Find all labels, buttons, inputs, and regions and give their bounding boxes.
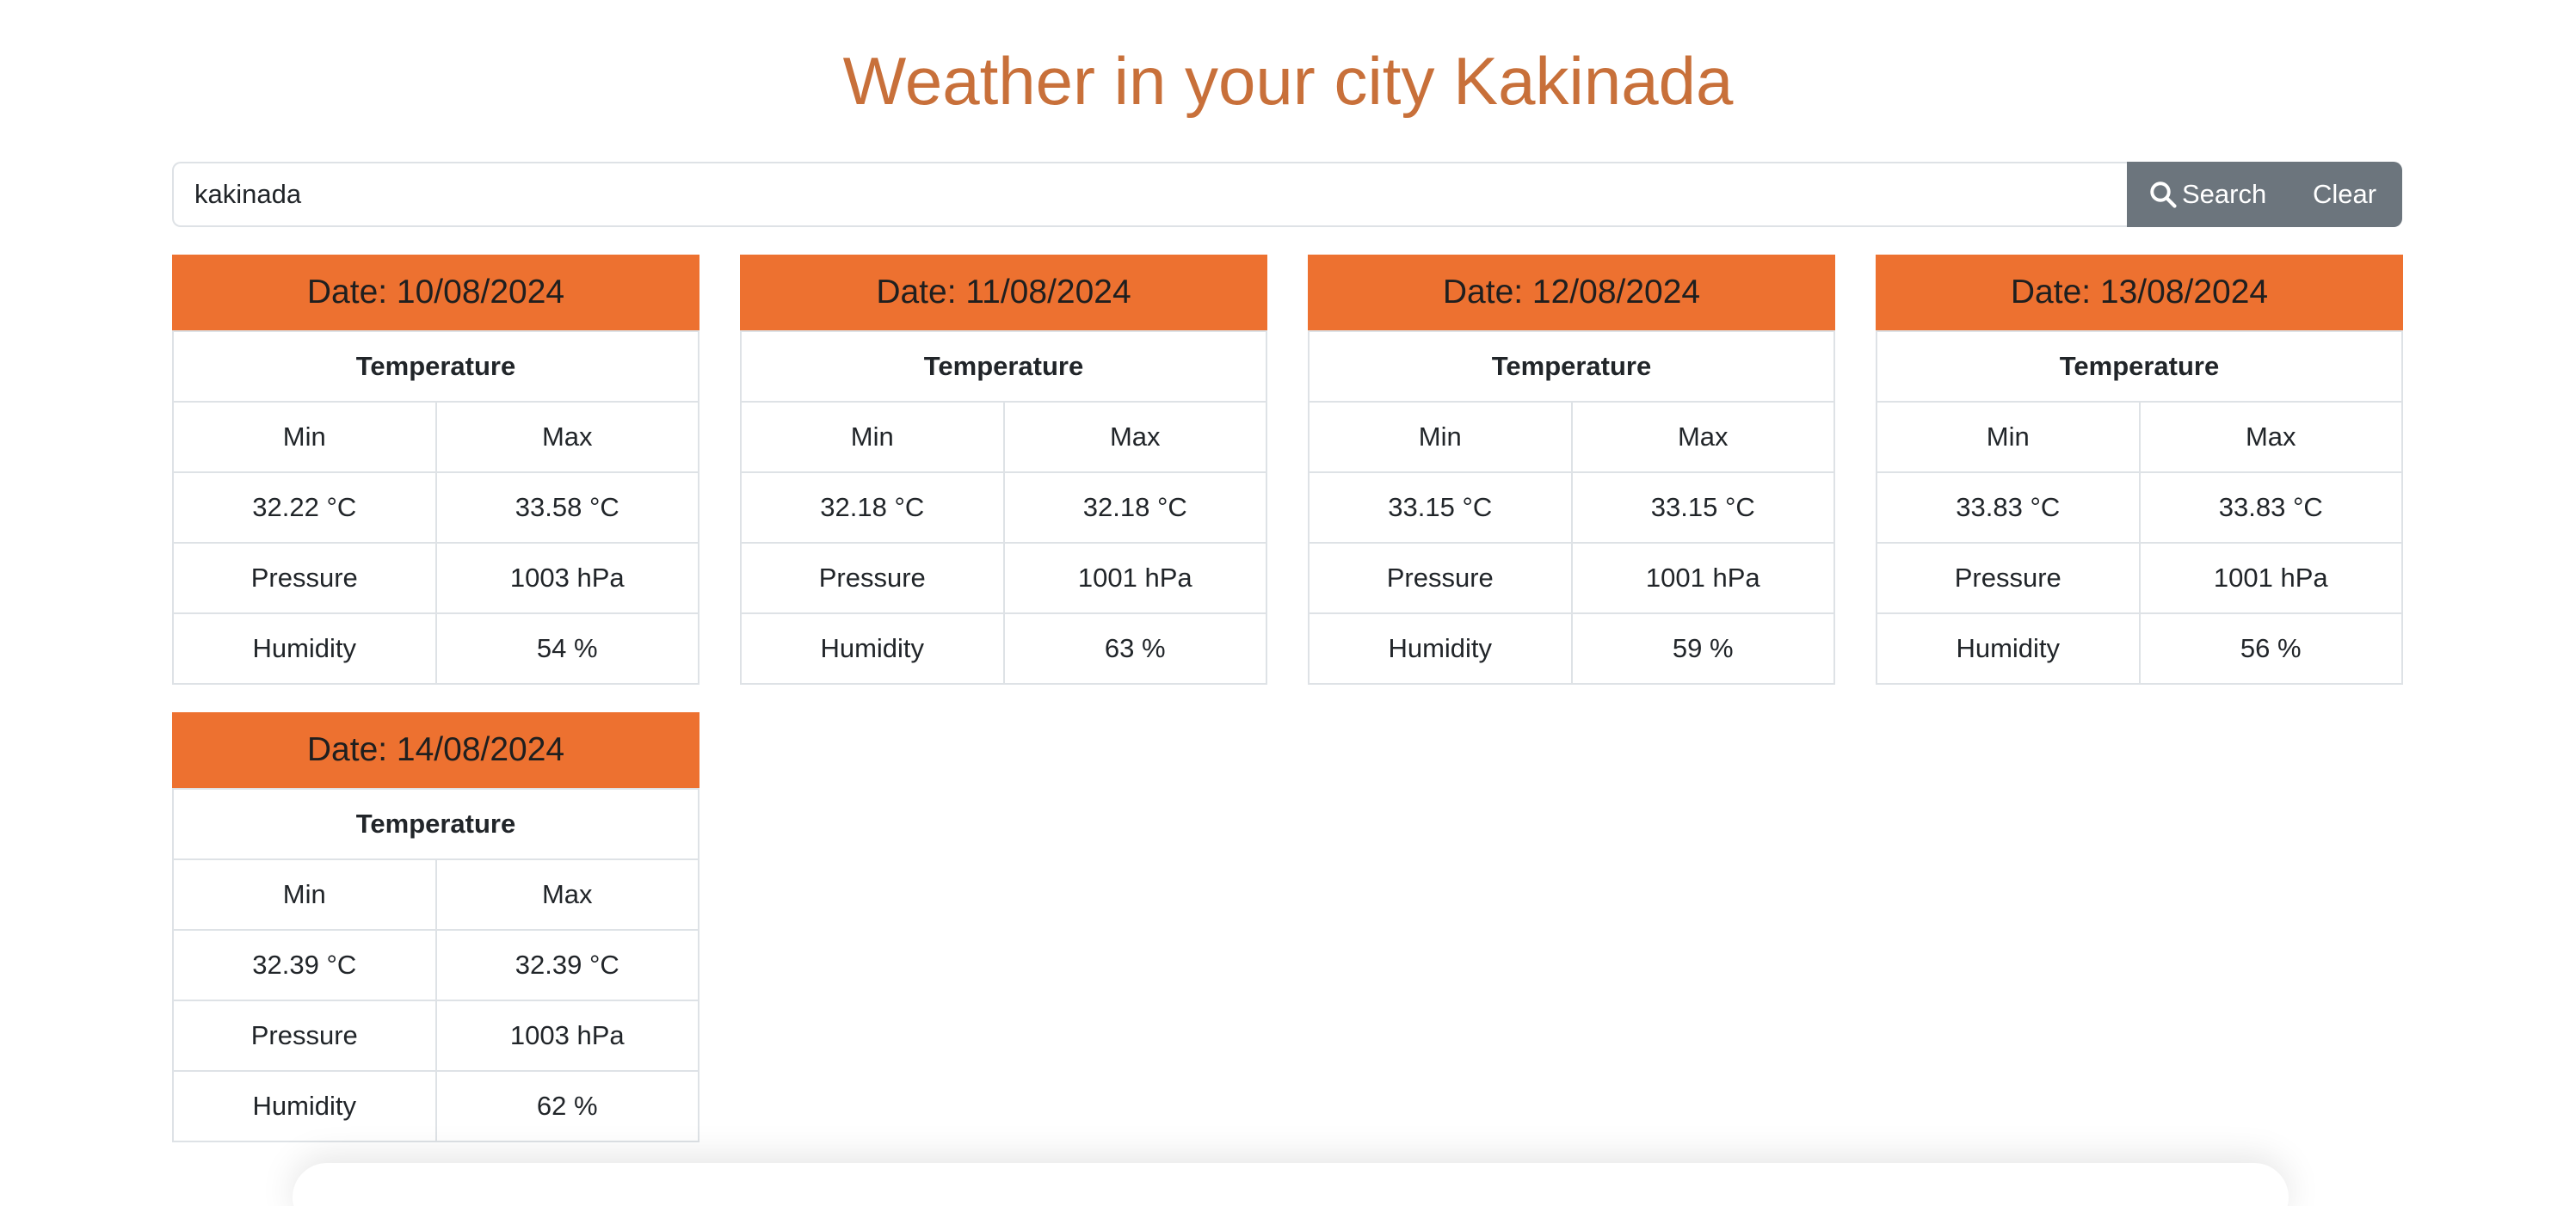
max-label: Max bbox=[1570, 403, 1834, 471]
forecast-card: Date: 12/08/2024 Temperature Min Max 33.… bbox=[1308, 255, 1835, 685]
humidity-label: Humidity bbox=[252, 1091, 357, 1121]
pressure-value: 1003 hPa bbox=[434, 1001, 699, 1070]
forecast-date: Date: 13/08/2024 bbox=[1876, 255, 2403, 330]
pressure-label: Pressure bbox=[1954, 563, 2061, 593]
forecast-date: Date: 14/08/2024 bbox=[172, 712, 699, 788]
humidity-value: 59 % bbox=[1570, 614, 1834, 683]
temperature-heading: Temperature bbox=[1491, 351, 1652, 381]
pressure-value: 1001 hPa bbox=[2138, 544, 2402, 612]
min-label: Min bbox=[1986, 421, 2030, 452]
temperature-heading: Temperature bbox=[355, 351, 516, 381]
city-search-input[interactable] bbox=[172, 162, 2127, 227]
min-temperature-value: 32.22 °C bbox=[252, 492, 357, 522]
search-button-label: Search bbox=[2182, 179, 2267, 209]
humidity-value: 62 % bbox=[434, 1072, 699, 1141]
min-temperature-value: 32.39 °C bbox=[252, 950, 357, 980]
clear-button[interactable]: Clear bbox=[2287, 162, 2402, 227]
humidity-label: Humidity bbox=[252, 633, 357, 663]
page-title: Weather in your city Kakinada bbox=[842, 43, 1734, 119]
pressure-value: 1003 hPa bbox=[434, 544, 699, 612]
search-icon bbox=[2150, 182, 2177, 208]
forecast-date: Date: 11/08/2024 bbox=[740, 255, 1267, 330]
max-temperature-value: 32.39 °C bbox=[434, 931, 699, 1000]
max-temperature-value: 33.58 °C bbox=[434, 473, 699, 542]
temperature-heading: Temperature bbox=[2059, 351, 2220, 381]
min-label: Min bbox=[1418, 421, 1462, 452]
max-label: Max bbox=[434, 403, 699, 471]
humidity-value: 63 % bbox=[1002, 614, 1266, 683]
min-label: Min bbox=[282, 421, 326, 452]
search-button-group: Search Clear bbox=[2127, 162, 2402, 227]
max-temperature-value: 33.83 °C bbox=[2138, 473, 2402, 542]
pressure-label: Pressure bbox=[1386, 563, 1494, 593]
forecast-card: Date: 14/08/2024 Temperature Min Max 32.… bbox=[172, 712, 699, 1142]
forecast-card: Date: 11/08/2024 Temperature Min Max 32.… bbox=[740, 255, 1267, 685]
humidity-label: Humidity bbox=[1956, 633, 2061, 663]
min-label: Min bbox=[282, 879, 326, 909]
forecast-card: Date: 10/08/2024 Temperature Min Max 32.… bbox=[172, 255, 699, 685]
pressure-value: 1001 hPa bbox=[1002, 544, 1266, 612]
weather-page: Weather in your city Kakinada Search Cle… bbox=[0, 0, 2576, 1206]
forecast-date: Date: 10/08/2024 bbox=[172, 255, 699, 330]
max-label: Max bbox=[1002, 403, 1266, 471]
max-label: Max bbox=[2138, 403, 2402, 471]
min-temperature-value: 33.83 °C bbox=[1956, 492, 2061, 522]
temperature-heading: Temperature bbox=[355, 809, 516, 839]
pressure-label: Pressure bbox=[250, 563, 358, 593]
min-label: Min bbox=[850, 421, 894, 452]
pressure-value: 1001 hPa bbox=[1570, 544, 1834, 612]
forecast-date: Date: 12/08/2024 bbox=[1308, 255, 1835, 330]
humidity-value: 54 % bbox=[434, 614, 699, 683]
max-temperature-value: 32.18 °C bbox=[1002, 473, 1266, 542]
min-temperature-value: 33.15 °C bbox=[1388, 492, 1493, 522]
pressure-label: Pressure bbox=[250, 1020, 358, 1050]
pressure-label: Pressure bbox=[818, 563, 926, 593]
forecast-card: Date: 13/08/2024 Temperature Min Max 33.… bbox=[1876, 255, 2403, 685]
search-bar: Search Clear bbox=[172, 162, 2402, 227]
max-temperature-value: 33.15 °C bbox=[1570, 473, 1834, 542]
min-temperature-value: 32.18 °C bbox=[820, 492, 925, 522]
temperature-heading: Temperature bbox=[923, 351, 1084, 381]
humidity-value: 56 % bbox=[2138, 614, 2402, 683]
max-label: Max bbox=[434, 860, 699, 929]
footer-shadow bbox=[293, 1163, 2289, 1206]
humidity-label: Humidity bbox=[1388, 633, 1493, 663]
search-button[interactable]: Search bbox=[2127, 162, 2287, 227]
humidity-label: Humidity bbox=[820, 633, 925, 663]
